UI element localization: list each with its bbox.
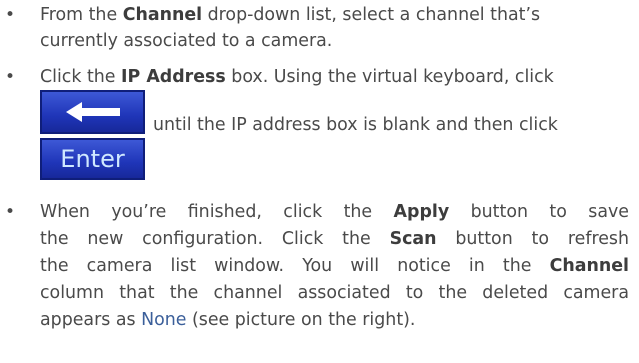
none-value-text: None xyxy=(141,310,187,330)
enter-key-image: Enter xyxy=(40,138,145,180)
bullet-3-line-2: the new configuration. Click the Scan bu… xyxy=(40,226,629,253)
bullet-1-line-1: From the Channel drop-down list, select … xyxy=(40,2,540,29)
backspace-key-image xyxy=(40,90,145,134)
enter-key-label: Enter xyxy=(60,145,125,173)
bold-term-ip-address: IP Address xyxy=(121,67,226,87)
bullet-1-line-2: currently associated to a camera. xyxy=(40,31,333,51)
bullet-3-marker: • xyxy=(5,202,16,222)
bullet-1-marker: • xyxy=(5,5,16,25)
bullet-3-line-3: the camera list window. You will notice … xyxy=(40,253,629,280)
left-arrow-icon xyxy=(66,102,120,122)
text-segment: When you’re finished, click the xyxy=(40,202,394,222)
text-segment: button to refresh xyxy=(436,229,629,249)
bullet-2-line-2: until the IP address box is blank and th… xyxy=(153,115,558,135)
bold-term-channel: Channel xyxy=(549,256,629,276)
text-segment: appears as xyxy=(40,310,142,330)
bold-term-scan: Scan xyxy=(389,229,437,249)
bullet-2-marker: • xyxy=(5,67,16,87)
text-segment: Click the xyxy=(40,67,122,87)
text-segment: drop-down list, select a channel that’s xyxy=(202,5,541,25)
bullet-3-line-5: appears as None (see picture on the righ… xyxy=(40,307,415,334)
bullet-3-line-1: When you’re finished, click the Apply bu… xyxy=(40,199,629,226)
text-segment: the camera list window. You will notice … xyxy=(40,256,550,276)
bold-term-channel: Channel xyxy=(122,5,203,25)
bullet-2-line-1: Click the IP Address box. Using the virt… xyxy=(40,64,554,91)
text-segment: button to save xyxy=(449,202,629,222)
bullet-3-line-4: column that the channel associated to th… xyxy=(40,283,629,303)
text-segment: the new configuration. Click the xyxy=(40,229,390,249)
text-segment: box. Using the virtual keyboard, click xyxy=(225,67,554,87)
bold-term-apply: Apply xyxy=(393,202,450,222)
text-segment: (see picture on the right). xyxy=(186,310,416,330)
text-segment: From the xyxy=(40,5,123,25)
